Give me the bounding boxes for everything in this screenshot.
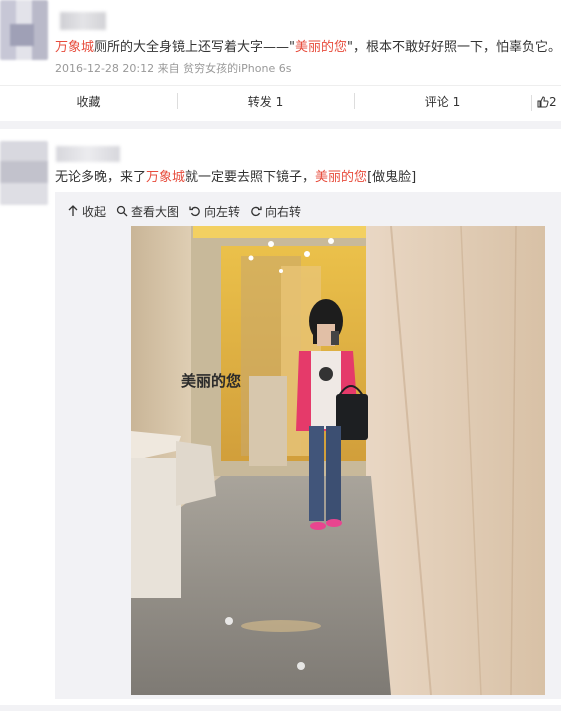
post-meta[interactable]: 2016-12-28 20:12 来自 贫穷女孩的iPhone 6s (55, 60, 291, 76)
rotate-right-button[interactable]: 向右转 (250, 203, 301, 220)
like-button[interactable]: 2 (531, 94, 561, 111)
divider (0, 705, 561, 711)
rotate-left-label: 向左转 (204, 204, 241, 219)
username-blurred[interactable] (56, 146, 120, 162)
comment-button[interactable]: 评论 1 (354, 93, 531, 110)
post-text-part: 无论多晚，来了 (55, 170, 147, 185)
mirror-lettering: 美丽的您 (181, 372, 241, 390)
post-text-part: 就一定要去照下镜子， (185, 170, 316, 185)
view-large-button[interactable]: 查看大图 (116, 203, 179, 220)
collapse-label: 收起 (82, 204, 107, 219)
rotate-right-label: 向右转 (265, 204, 302, 219)
post-text: 万象城厕所的大全身镜上还写着大字——"美丽的您"，根本不敢好好照一下，怕辜负它。 (55, 36, 561, 55)
like-count: 2 (549, 94, 557, 109)
arrow-up-icon (68, 205, 78, 216)
post-2: 无论多晚，来了万象城就一定要去照下镜子，美丽的您[做鬼脸] 收起 查看大图 向左… (0, 129, 561, 711)
media-expanded-panel: 收起 查看大图 向左转 向右转 美丽的您 (55, 192, 561, 699)
topic-link[interactable]: 美丽的您 (315, 170, 367, 185)
emoticon-text: [做鬼脸] (367, 170, 417, 185)
rotate-right-icon (251, 206, 262, 217)
media-toolbar: 收起 查看大图 向左转 向右转 (67, 202, 301, 220)
avatar[interactable] (0, 0, 48, 60)
collect-button[interactable]: 收藏 (0, 93, 177, 110)
rotate-left-button[interactable]: 向左转 (189, 203, 240, 220)
magnifier-icon (116, 205, 128, 217)
thumbs-up-icon (537, 95, 549, 107)
post-1: 万象城厕所的大全身镜上还写着大字——"美丽的您"，根本不敢好好照一下，怕辜负它。… (0, 0, 561, 125)
post-text-part: "，根本不敢好好照一下，怕辜负它。 (347, 40, 561, 55)
post-text: 无论多晚，来了万象城就一定要去照下镜子，美丽的您[做鬼脸] (55, 166, 416, 185)
collapse-button[interactable]: 收起 (67, 203, 106, 220)
action-bar: 收藏 转发 1 评论 1 2 (0, 85, 561, 117)
rotate-left-icon (189, 206, 200, 217)
topic-link[interactable]: 万象城 (55, 40, 94, 55)
mirror-selfie-illustration: 美丽的您 (131, 226, 545, 695)
post-text-part: 厕所的大全身镜上还写着大字——" (94, 40, 295, 55)
post-photo[interactable]: 美丽的您 (131, 226, 545, 695)
repost-button[interactable]: 转发 1 (177, 93, 354, 110)
view-large-label: 查看大图 (131, 204, 180, 219)
topic-link[interactable]: 万象城 (146, 170, 185, 185)
divider (0, 121, 561, 129)
username-blurred[interactable] (60, 12, 106, 30)
topic-link[interactable]: 美丽的您 (295, 40, 347, 55)
avatar[interactable] (0, 141, 48, 205)
